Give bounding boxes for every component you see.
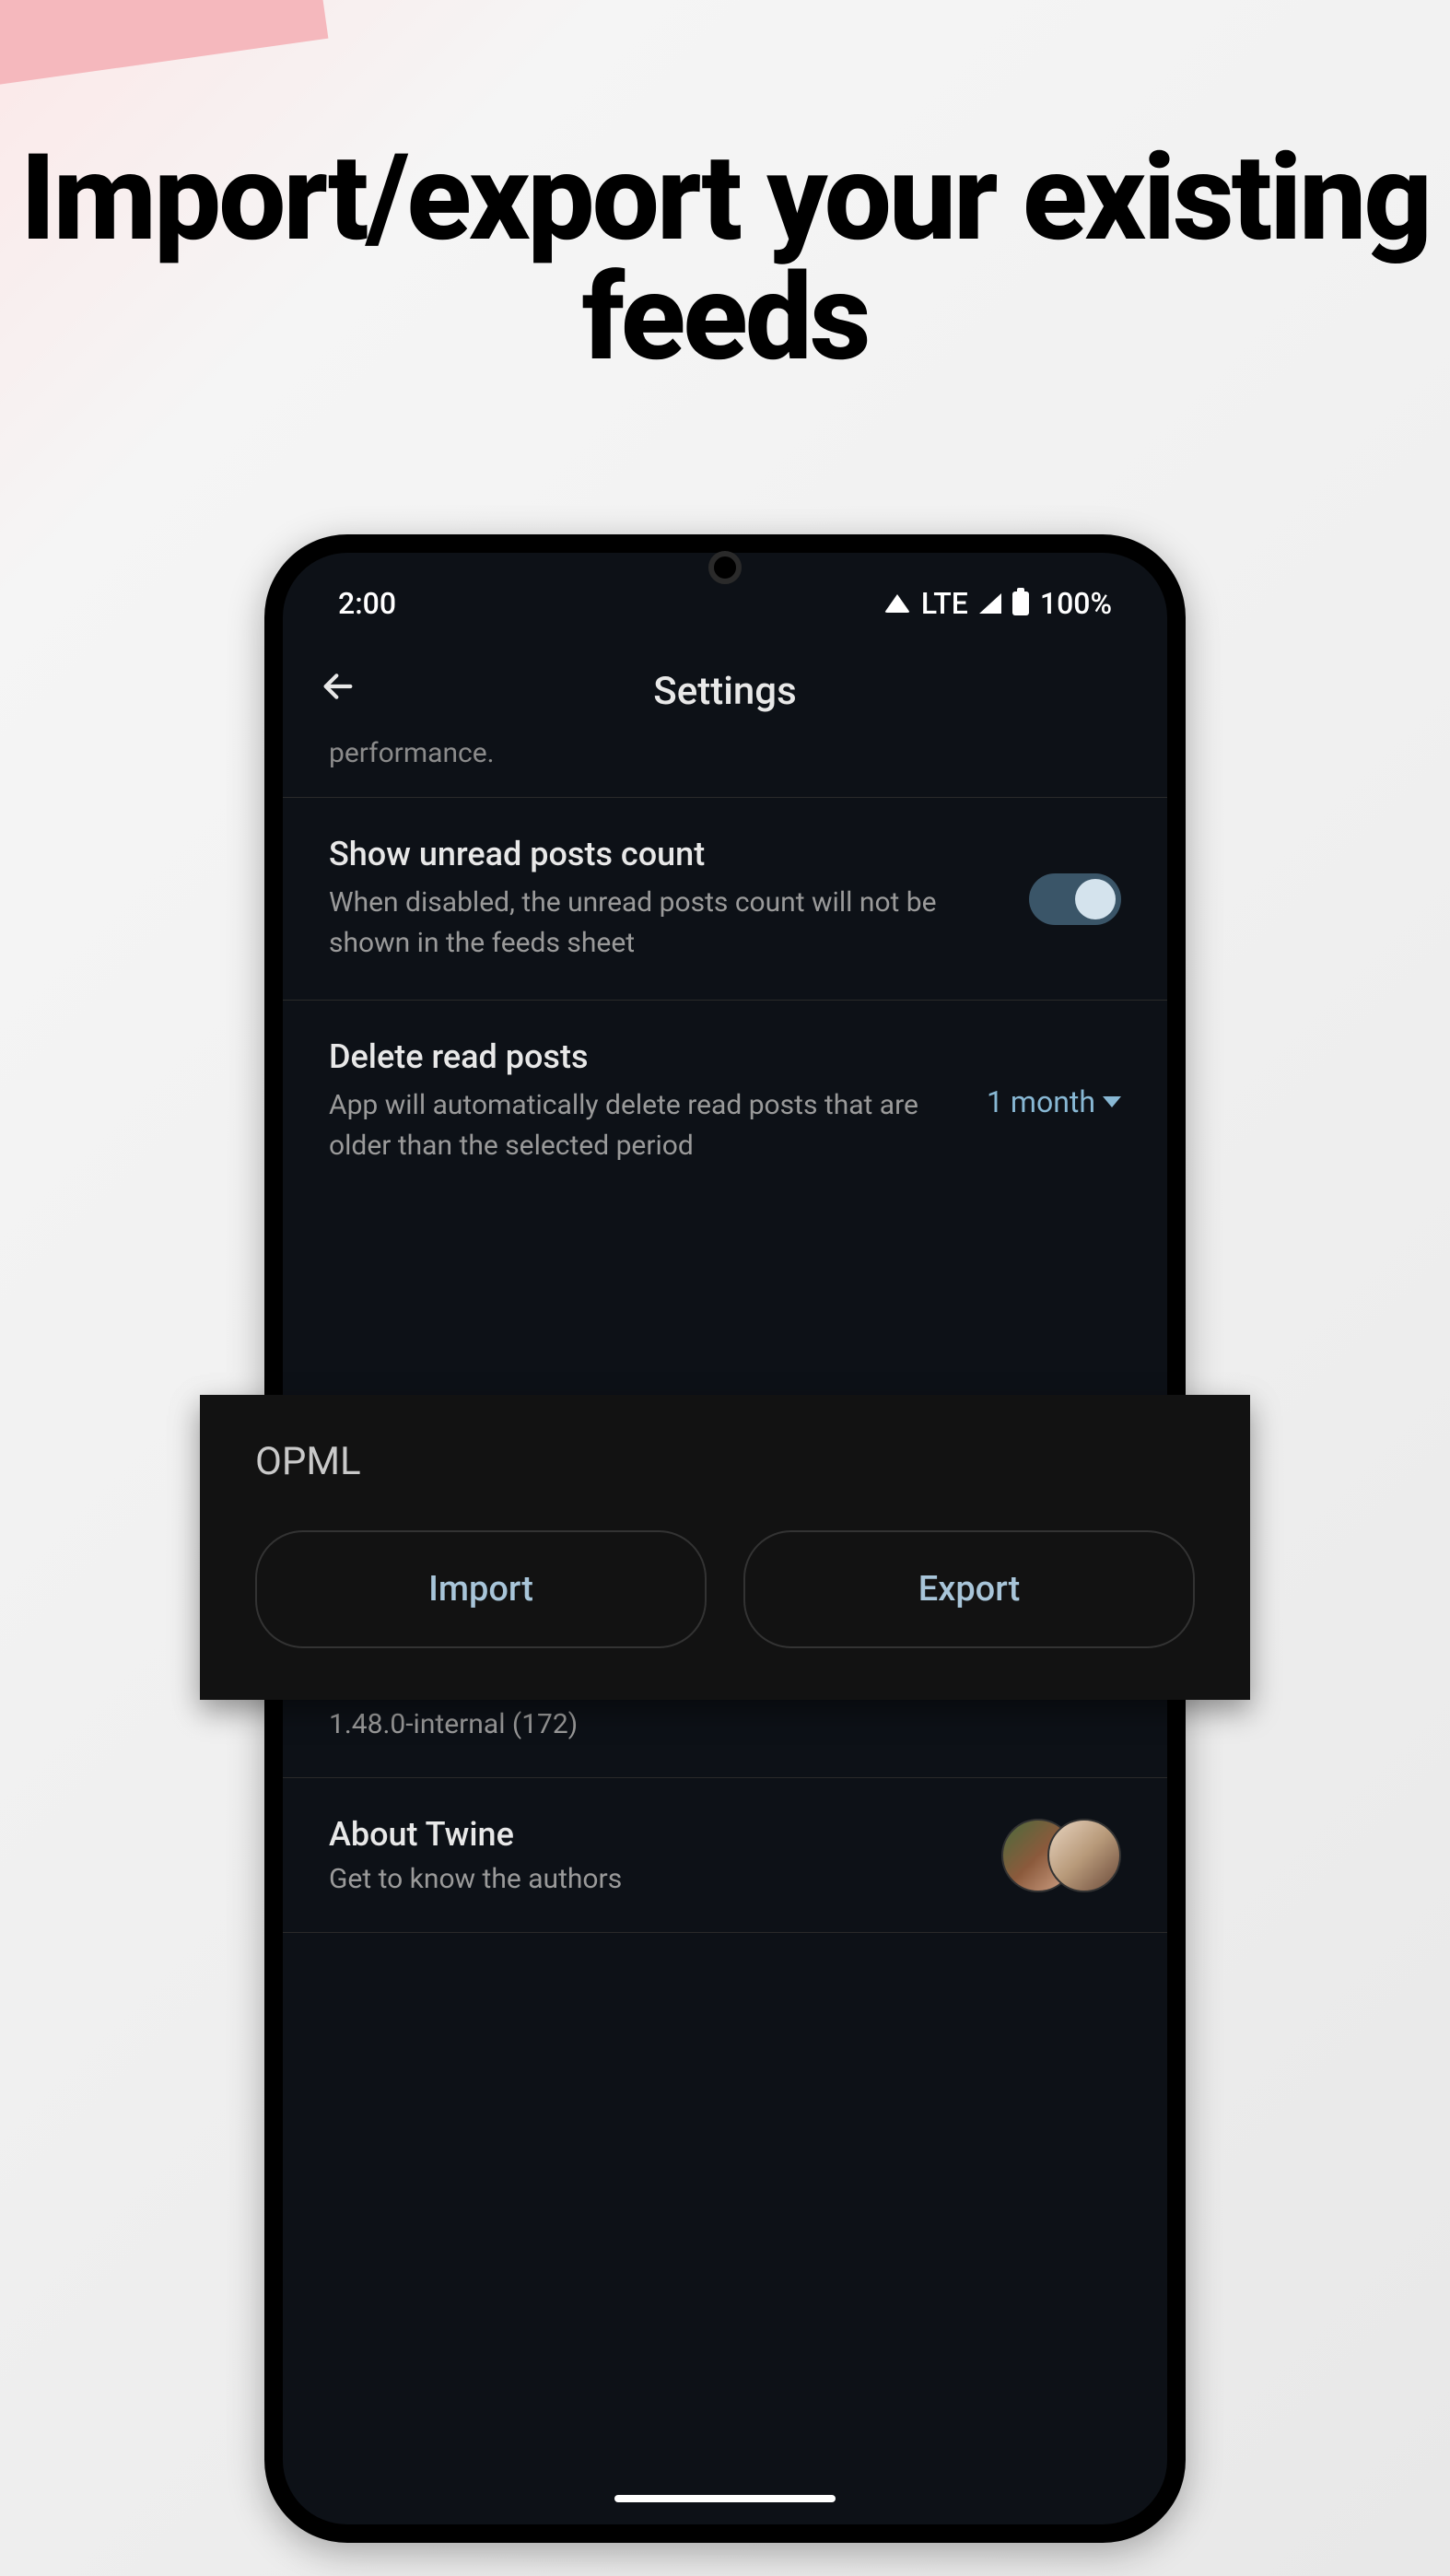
app-bar: Settings (283, 645, 1167, 737)
battery-icon (1012, 591, 1029, 615)
opml-card: OPML Import Export (200, 1395, 1250, 1700)
dropdown-label: 1 month (987, 1084, 1095, 1119)
author-avatars (1001, 1819, 1121, 1892)
status-battery: 100% (1040, 586, 1112, 621)
phone-notch (708, 551, 742, 584)
list-item-version: 1.48.0-internal (172) (329, 1708, 1121, 1740)
chevron-down-icon (1103, 1096, 1121, 1107)
divider (283, 1932, 1167, 1933)
decorative-corner (0, 0, 328, 89)
back-button[interactable] (310, 659, 366, 723)
partial-setting-text: performance. (310, 737, 1140, 797)
about-title: About Twine (329, 1815, 1001, 1854)
setting-unread-count[interactable]: Show unread posts count When disabled, t… (310, 798, 1140, 1000)
settings-content: performance. Show unread posts count Whe… (283, 737, 1167, 1933)
import-button[interactable]: Import (255, 1530, 707, 1648)
wifi-icon (884, 594, 910, 613)
setting-text: Delete read posts App will automatically… (329, 1037, 959, 1165)
opml-section-title: OPML (255, 1439, 1195, 1484)
setting-title: Delete read posts (329, 1037, 959, 1076)
arrow-left-icon (320, 668, 357, 705)
opml-buttons: Import Export (255, 1530, 1195, 1648)
toggle-thumb (1075, 879, 1116, 919)
about-text: About Twine Get to know the authors (329, 1815, 1001, 1895)
delete-read-dropdown[interactable]: 1 month (987, 1084, 1121, 1119)
unread-count-toggle[interactable] (1029, 873, 1121, 925)
app-bar-title: Settings (653, 669, 796, 714)
setting-desc: When disabled, the unread posts count wi… (329, 883, 1001, 963)
avatar (1047, 1819, 1121, 1892)
setting-title: Show unread posts count (329, 835, 1001, 873)
setting-desc: App will automatically delete read posts… (329, 1085, 959, 1165)
home-indicator[interactable] (614, 2495, 836, 2502)
setting-delete-read[interactable]: Delete read posts App will automatically… (310, 1001, 1140, 1202)
about-item[interactable]: About Twine Get to know the authors (310, 1778, 1140, 1932)
status-time: 2:00 (338, 586, 396, 621)
signal-icon (979, 593, 1001, 614)
about-desc: Get to know the authors (329, 1863, 1001, 1895)
status-right: LTE 100% (884, 586, 1112, 621)
export-button[interactable]: Export (743, 1530, 1195, 1648)
status-network: LTE (921, 586, 968, 621)
hero-title: Import/export your existing feeds (0, 138, 1450, 378)
setting-text: Show unread posts count When disabled, t… (329, 835, 1001, 963)
